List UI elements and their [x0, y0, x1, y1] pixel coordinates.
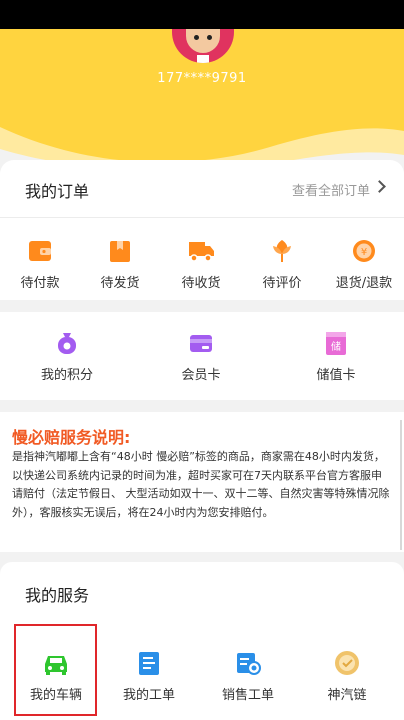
member-card-icon	[187, 330, 215, 356]
orders-card: 我的订单 查看全部订单 待付款 待发货 待收货 待评价 ¥ 退货/退款	[0, 160, 404, 300]
slow-compensation-notice: 慢必赔服务说明: 是指神汽嘟嘟上含有“48小时 慢必赔”标签的商品，商家需在48…	[0, 412, 404, 552]
yuan-coin-icon: ¥	[350, 238, 378, 264]
truck-icon	[187, 238, 215, 264]
package-icon	[106, 238, 134, 264]
orders-title: 我的订单	[25, 182, 90, 201]
chain-coin-icon	[333, 650, 361, 676]
points-bag-icon	[53, 330, 81, 356]
view-all-orders-link[interactable]: 查看全部订单	[292, 180, 370, 199]
user-phone: 177****9791	[157, 71, 247, 86]
shenqi-chain-button[interactable]: 神汽链	[307, 650, 387, 703]
status-bar	[0, 0, 404, 29]
svg-text:¥: ¥	[361, 247, 367, 258]
highlight-box	[14, 624, 97, 716]
work-order-icon	[135, 650, 163, 676]
order-tab-pending-shipment[interactable]: 待发货	[80, 238, 160, 291]
sales-work-orders-button[interactable]: 销售工单	[208, 650, 288, 703]
sales-order-icon	[234, 650, 262, 676]
order-tab-pending-payment[interactable]: 待付款	[0, 238, 80, 291]
order-tab-pending-receipt[interactable]: 待收货	[161, 238, 241, 291]
wallet-card: 我的积分 会员卡 储 储值卡	[0, 312, 404, 400]
notice-body: 是指神汽嘟嘟上含有“48小时 慢必赔”标签的商品，商家需在48小时内发货， 以快…	[12, 450, 390, 519]
stored-value-badge: 储	[331, 342, 341, 353]
my-work-orders-button[interactable]: 我的工单	[109, 650, 189, 703]
wallet-icon	[26, 238, 54, 264]
order-tab-refund[interactable]: ¥ 退货/退款	[324, 238, 404, 291]
notice-title: 慢必赔服务说明:	[12, 428, 131, 447]
chevron-right-icon[interactable]	[373, 180, 386, 193]
order-tab-pending-review[interactable]: 待评价	[242, 238, 322, 291]
orders-header: 我的订单 查看全部订单	[0, 160, 404, 218]
services-title: 我的服务	[25, 586, 90, 605]
stored-value-card-icon: 储	[322, 330, 350, 356]
member-card-button[interactable]: 会员卡	[161, 330, 241, 383]
my-points-button[interactable]: 我的积分	[27, 330, 107, 383]
scrollbar[interactable]	[400, 420, 402, 550]
flower-icon	[268, 238, 296, 264]
stored-value-card-button[interactable]: 储 储值卡	[296, 330, 376, 383]
